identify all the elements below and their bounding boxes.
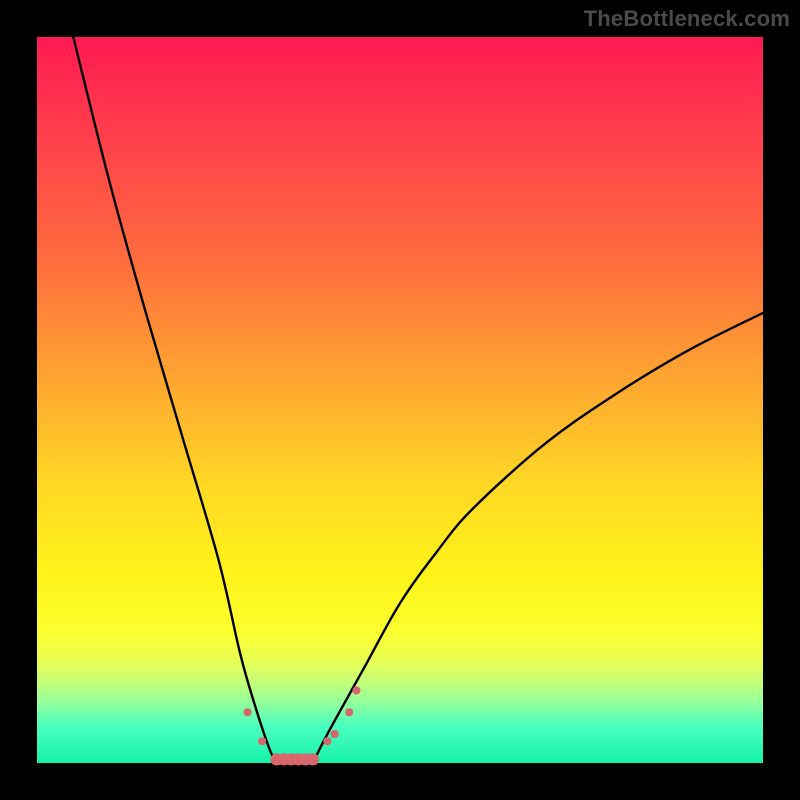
plot-gradient-area — [37, 37, 763, 763]
watermark-text: TheBottleneck.com — [584, 6, 790, 32]
outer-frame: TheBottleneck.com — [0, 0, 800, 800]
